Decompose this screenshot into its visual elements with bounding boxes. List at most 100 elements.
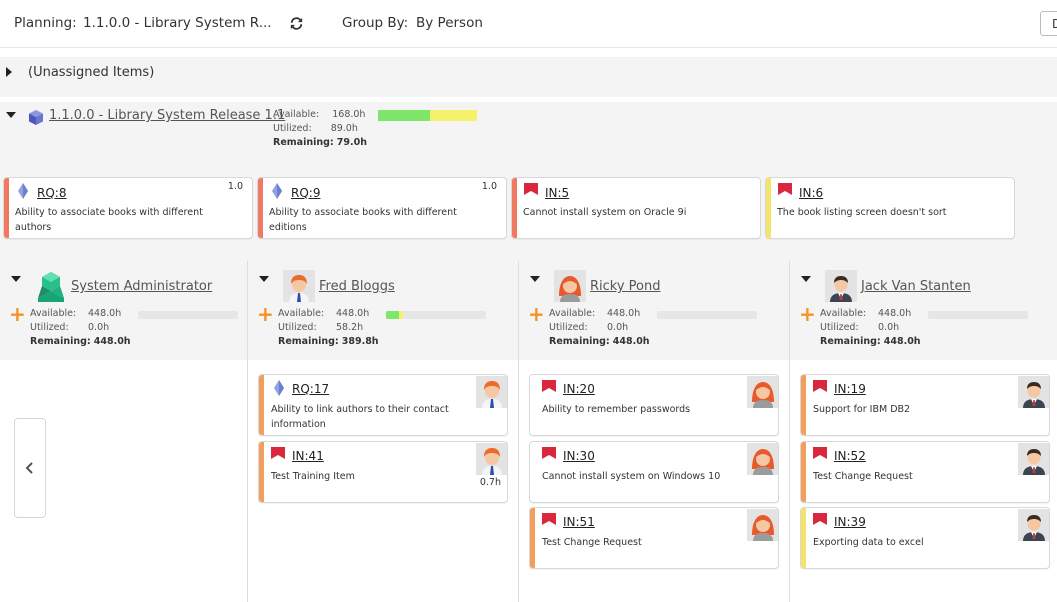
- available-value: 448.0h: [878, 308, 912, 319]
- incident-flag-icon: [542, 513, 556, 525]
- requirement-diamond-icon: [272, 183, 282, 199]
- person-task-card[interactable]: RQ:17 Ability to link authors to their co…: [258, 374, 508, 436]
- remaining-label: Remaining:: [30, 336, 91, 347]
- card-description: Support for IBM DB2: [813, 404, 911, 415]
- incident-flag-icon: [542, 380, 556, 392]
- person-task-card[interactable]: IN:52 Test Change Request: [800, 441, 1050, 503]
- card-status-strip: [4, 178, 9, 238]
- available-value: 448.0h: [88, 308, 122, 319]
- woman-orange-hair-avatar: [554, 270, 586, 302]
- available-label: Available:: [820, 308, 867, 319]
- release-selector[interactable]: 1.1.0.0 - Library System R...: [83, 15, 272, 31]
- incident-flag-icon: [813, 447, 827, 459]
- man-dark-suit-avatar: [1018, 443, 1049, 475]
- collapse-release-icon[interactable]: [6, 112, 16, 118]
- column-divider: [789, 261, 790, 602]
- remaining-value: 448.0h: [612, 336, 650, 347]
- person-task-card[interactable]: IN:41 0.7h Test Training Item: [258, 441, 508, 503]
- utilized-label: Utilized:: [549, 322, 588, 333]
- person-task-card[interactable]: IN:20 Ability to remember passwords: [529, 374, 779, 436]
- person-stats: Available: 448.0h Utilized: 0.0h Remaining: …: [30, 307, 131, 349]
- person-task-card[interactable]: IN:51 Test Change Request: [529, 507, 779, 569]
- remaining-label: Remaining:: [820, 336, 881, 347]
- person-task-card[interactable]: IN:30 Cannot install system on Windows 10: [529, 441, 779, 503]
- card-status-strip: [801, 375, 806, 435]
- refresh-icon[interactable]: [288, 15, 305, 32]
- collapse-person-icon[interactable]: [530, 276, 540, 282]
- person-name-link[interactable]: Jack Van Stanten: [861, 279, 971, 294]
- card-description: Test Change Request: [542, 537, 642, 548]
- utilized-label: Utilized:: [30, 322, 69, 333]
- unassigned-section: (Unassigned Items): [0, 57, 1057, 97]
- card-status-strip: [258, 178, 263, 238]
- incident-flag-icon: [813, 513, 827, 525]
- display-options-button[interactable]: D: [1040, 11, 1057, 36]
- release-backlog-card[interactable]: RQ:9 1.0 Ability to associate books with d…: [257, 177, 507, 239]
- plus-icon[interactable]: +: [257, 304, 274, 324]
- available-value: 448.0h: [607, 308, 641, 319]
- card-key-link[interactable]: IN:41: [292, 449, 324, 463]
- man-orange-hair-avatar: [476, 376, 507, 408]
- card-status-strip: [512, 178, 517, 238]
- release-title-link[interactable]: 1.1.0.0 - Library System Release 1.1: [49, 108, 285, 123]
- woman-orange-hair-avatar: [747, 376, 778, 408]
- person-name-link[interactable]: System Administrator: [71, 279, 212, 294]
- release-backlog-card[interactable]: IN:6 The book listing screen doesn't sort: [765, 177, 1015, 239]
- collapse-person-icon[interactable]: [259, 276, 269, 282]
- card-description: Exporting data to excel: [813, 537, 924, 548]
- card-key-link[interactable]: RQ:8: [37, 186, 66, 200]
- release-remaining-value: 79.0h: [336, 137, 367, 148]
- man-orange-hair-avatar: [283, 270, 315, 302]
- card-key-link[interactable]: IN:51: [563, 515, 595, 529]
- requirement-diamond-icon: [274, 380, 284, 396]
- plus-icon[interactable]: +: [9, 304, 26, 324]
- collapse-person-icon[interactable]: [11, 276, 21, 282]
- incident-flag-icon: [778, 183, 792, 195]
- person-capacity-bar: [138, 311, 238, 319]
- man-orange-hair-avatar: [476, 443, 507, 475]
- card-key-link[interactable]: IN:19: [834, 382, 866, 396]
- person-name-link[interactable]: Fred Bloggs: [319, 279, 395, 294]
- person-name-link[interactable]: Ricky Pond: [590, 279, 661, 294]
- card-key-link[interactable]: IN:6: [799, 186, 823, 200]
- card-key-link[interactable]: RQ:17: [292, 382, 329, 396]
- previous-page-button[interactable]: [14, 418, 46, 518]
- expand-unassigned-icon[interactable]: [6, 67, 12, 77]
- release-stats: Available: 168.0h Utilized: 89.0h Remain…: [273, 108, 367, 150]
- card-description: The book listing screen doesn't sort: [777, 207, 947, 218]
- utilized-label: Utilized:: [278, 322, 317, 333]
- card-key-link[interactable]: RQ:9: [291, 186, 320, 200]
- card-description: Test Training Item: [271, 471, 355, 482]
- card-key-link[interactable]: IN:52: [834, 449, 866, 463]
- available-label: Available:: [549, 308, 596, 319]
- release-backlog-card[interactable]: RQ:8 1.0 Ability to associate books with d…: [3, 177, 253, 239]
- card-key-link[interactable]: IN:20: [563, 382, 595, 396]
- card-key-link[interactable]: IN:5: [545, 186, 569, 200]
- person-task-card[interactable]: IN:39 Exporting data to excel: [800, 507, 1050, 569]
- release-backlog-card[interactable]: IN:5 Cannot install system on Oracle 9i: [511, 177, 761, 239]
- display-options-label: D: [1052, 17, 1057, 31]
- remaining-value: 448.0h: [93, 336, 131, 347]
- card-description: Cannot install system on Oracle 9i: [523, 207, 687, 218]
- card-description: Cannot install system on Windows 10: [542, 471, 721, 482]
- group-by-selector[interactable]: By Person: [416, 15, 483, 31]
- plus-icon[interactable]: +: [528, 304, 545, 324]
- person-task-card[interactable]: IN:19 Support for IBM DB2: [800, 374, 1050, 436]
- card-key-link[interactable]: IN:30: [563, 449, 595, 463]
- column-divider: [247, 261, 248, 602]
- person-capacity-bar: [928, 311, 1028, 319]
- card-description: Ability to remember passwords: [542, 404, 691, 415]
- card-description: Ability to link authors to their contact…: [271, 404, 449, 430]
- card-status-strip: [259, 442, 264, 502]
- card-status-strip: [530, 442, 535, 502]
- utilized-label: Utilized:: [820, 322, 859, 333]
- card-status-strip: [259, 375, 264, 435]
- plus-icon[interactable]: +: [799, 304, 816, 324]
- remaining-value: 448.0h: [883, 336, 921, 347]
- unassigned-label[interactable]: (Unassigned Items): [28, 65, 154, 80]
- card-key-link[interactable]: IN:39: [834, 515, 866, 529]
- collapse-person-icon[interactable]: [801, 276, 811, 282]
- person-capacity-marker: [399, 311, 403, 319]
- person-capacity-bar: [386, 311, 486, 319]
- available-value: 448.0h: [336, 308, 370, 319]
